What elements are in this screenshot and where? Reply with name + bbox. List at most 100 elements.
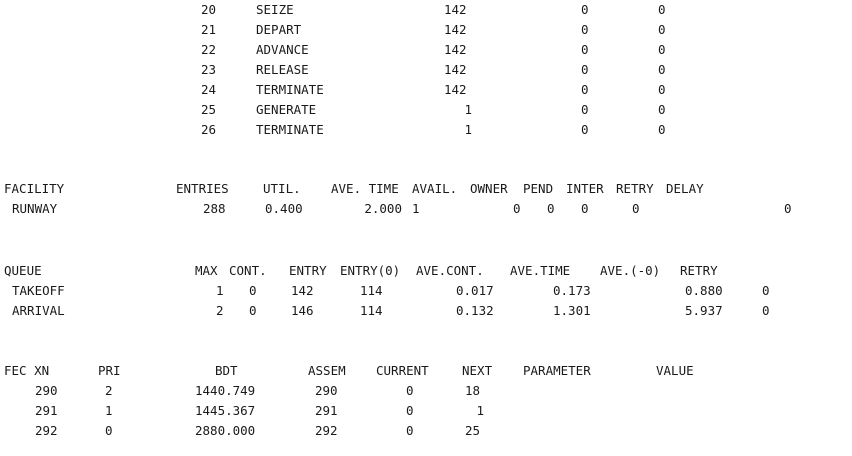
queue-entry0: 114 [360,303,383,318]
block-type: ADVANCE [256,42,309,57]
block-number: 25 [201,102,217,117]
ave-cont-header: AVE.CONT. [416,263,484,278]
block-type: GENERATE [256,102,317,117]
fec-next: 25 [465,423,481,438]
avail-header: AVAIL. [412,181,458,196]
queue-ave-time: 1.301 [553,303,591,318]
facility-ave-time: 2.000 [364,201,402,216]
next-header: NEXT [462,363,493,378]
facility-name: RUNWAY [12,201,58,216]
block-type: DEPART [256,22,302,37]
queue-ave-0: 0.880 [685,283,723,298]
queue-cont: 0 [249,283,257,298]
current-header: CURRENT [376,363,429,378]
queue-ave-0: 5.937 [685,303,723,318]
block-type: TERMINATE [256,122,324,137]
fec-next: 18 [465,383,481,398]
fec-assem: 291 [315,403,338,418]
block-number: 20 [201,2,217,17]
queue-entry: 146 [291,303,314,318]
block-current-count: 0 [581,22,589,37]
block-number: 22 [201,42,217,57]
facility-entries: 288 [203,201,226,216]
block-current-count: 0 [581,82,589,97]
block-current-count: 0 [581,102,589,117]
block-type: RELEASE [256,62,309,77]
block-type: SEIZE [256,2,294,17]
block-number: 24 [201,82,217,97]
block-entry-count: 142 [444,42,467,57]
queue-retry: 0 [762,283,770,298]
cont-header: CONT. [229,263,267,278]
delay-header: DELAY [666,181,704,196]
bdt-header: BDT [215,363,238,378]
pri-header: PRI [98,363,121,378]
queue-max: 2 [216,303,224,318]
facility-header: FACILITY [4,181,65,196]
block-number: 23 [201,62,217,77]
fec-current: 0 [406,403,414,418]
block-current-count: 0 [581,122,589,137]
fec-pri: 0 [105,423,113,438]
queue-entry0: 114 [360,283,383,298]
block-entry-count: 142 [444,2,467,17]
util-header: UTIL. [263,181,301,196]
entry0-header: ENTRY(0) [340,263,401,278]
block-retry: 0 [658,102,666,117]
fec-xn: 290 [35,383,58,398]
block-number: 21 [201,22,217,37]
block-retry: 0 [658,122,666,137]
queue-name: TAKEOFF [12,283,65,298]
queue-entry: 142 [291,283,314,298]
fec-current: 0 [406,383,414,398]
max-header: MAX [195,263,218,278]
facility-util: 0.400 [265,201,303,216]
fec-bdt: 1440.749 [195,383,256,398]
block-retry: 0 [658,42,666,57]
ave-time-header: AVE. TIME [331,181,399,196]
parameter-header: PARAMETER [523,363,591,378]
value-header: VALUE [656,363,694,378]
block-retry: 0 [658,2,666,17]
fec-current: 0 [406,423,414,438]
queue-cont: 0 [249,303,257,318]
queue-max: 1 [216,283,224,298]
ave-time-header: AVE.TIME [510,263,571,278]
fec-xn: 292 [35,423,58,438]
fec-next: 1 [476,403,484,418]
retry-header: RETRY [680,263,718,278]
retry-header: RETRY [616,181,654,196]
queue-ave-cont: 0.132 [456,303,494,318]
block-entry-count: 142 [444,82,467,97]
block-current-count: 0 [581,2,589,17]
block-number: 26 [201,122,217,137]
fec-xn: 291 [35,403,58,418]
fec-pri: 1 [105,403,113,418]
queue-ave-time: 0.173 [553,283,591,298]
fec-bdt: 1445.367 [195,403,256,418]
fec-assem: 292 [315,423,338,438]
block-entry-count: 1 [464,102,472,117]
facility-pend: 0 [547,201,555,216]
fec-assem: 290 [315,383,338,398]
fec-xn-header: FEC XN [4,363,50,378]
block-current-count: 0 [581,62,589,77]
block-retry: 0 [658,62,666,77]
assem-header: ASSEM [308,363,346,378]
pend-header: PEND [523,181,554,196]
block-retry: 0 [658,22,666,37]
block-entry-count: 142 [444,22,467,37]
queue-header: QUEUE [4,263,42,278]
block-current-count: 0 [581,42,589,57]
queue-ave-cont: 0.017 [456,283,494,298]
owner-header: OWNER [470,181,508,196]
facility-avail: 1 [412,201,420,216]
queue-retry: 0 [762,303,770,318]
entry-header: ENTRY [289,263,327,278]
block-entry-count: 142 [444,62,467,77]
fec-bdt: 2880.000 [195,423,256,438]
block-retry: 0 [658,82,666,97]
entries-header: ENTRIES [176,181,229,196]
inter-header: INTER [566,181,604,196]
ave-0-header: AVE.(-0) [600,263,661,278]
